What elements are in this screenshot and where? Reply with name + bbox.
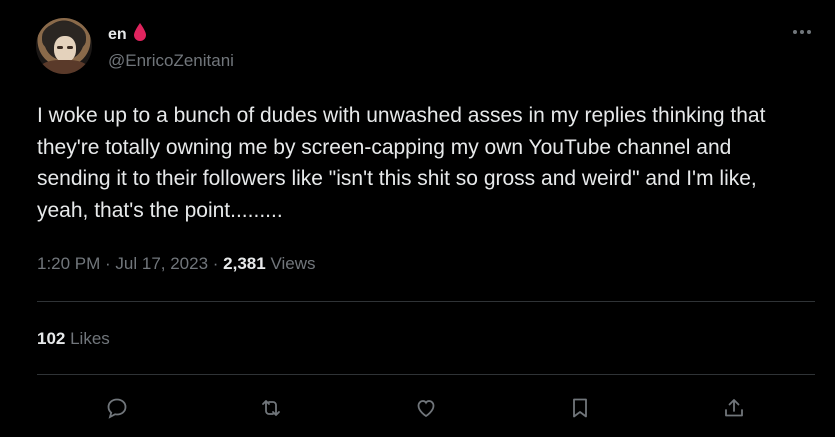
meta-separator: · [100, 254, 116, 273]
avatar-eye [57, 46, 63, 49]
retweet-icon[interactable] [255, 392, 287, 424]
views-label: Views [265, 254, 316, 273]
avatar[interactable] [36, 18, 92, 74]
avatar-face [54, 36, 76, 62]
share-icon[interactable] [718, 392, 750, 424]
more-options-icon[interactable] [790, 22, 814, 42]
tweet-meta: 1:20 PM · Jul 17, 2023 · 2,381 Views [37, 254, 315, 274]
reply-icon[interactable] [101, 392, 133, 424]
display-name[interactable]: en [108, 26, 127, 44]
avatar-eye [67, 46, 73, 49]
action-bar [0, 392, 835, 426]
divider [37, 301, 815, 302]
blood-drop-icon [133, 22, 147, 47]
author-name-row[interactable]: en [108, 22, 147, 47]
meta-separator: · [208, 254, 224, 273]
avatar-clothing [40, 60, 88, 74]
tweet-time[interactable]: 1:20 PM [37, 254, 100, 273]
views-count: 2,381 [223, 254, 266, 273]
likes-stat[interactable]: 102 Likes [37, 329, 110, 349]
divider [37, 374, 815, 375]
likes-label: Likes [65, 329, 110, 348]
user-handle[interactable]: @EnricoZenitani [108, 51, 234, 71]
tweet-text: I woke up to a bunch of dudes with unwas… [37, 104, 766, 222]
bookmark-icon[interactable] [564, 392, 596, 424]
likes-count: 102 [37, 329, 66, 348]
tweet-date[interactable]: Jul 17, 2023 [115, 254, 208, 273]
like-icon[interactable] [410, 392, 442, 424]
